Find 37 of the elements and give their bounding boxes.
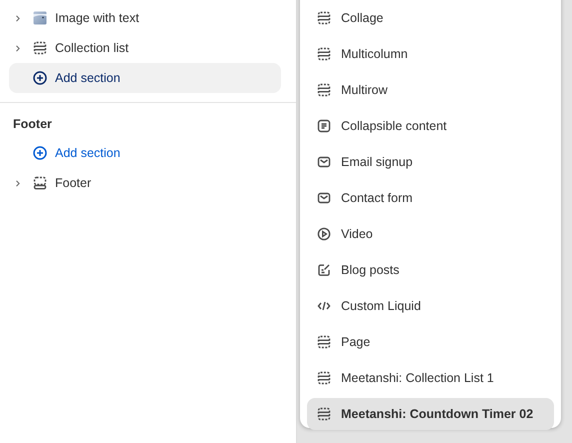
add-icon <box>33 71 47 85</box>
chevron-icon[interactable] <box>15 14 21 22</box>
add-section-button[interactable]: Add section <box>9 138 281 168</box>
group-heading: Footer <box>12 117 53 131</box>
code-icon <box>317 299 331 313</box>
section-icon <box>317 371 331 385</box>
mail-icon <box>317 191 331 205</box>
section-icon <box>317 407 331 421</box>
section-icon <box>317 335 331 349</box>
menu-item[interactable]: Email signup <box>307 144 554 180</box>
section-item[interactable]: Footer <box>55 176 92 190</box>
menu-item[interactable]: Meetanshi: Collection List 1 <box>307 360 554 396</box>
footer-icon <box>33 176 47 190</box>
section-icon <box>317 83 331 97</box>
mail-icon <box>317 155 331 169</box>
menu-item[interactable]: Collapsible content <box>307 108 554 144</box>
chevron-icon[interactable] <box>15 178 21 188</box>
document-icon <box>317 119 331 133</box>
menu-item[interactable]: Meetanshi: Countdown Timer 02 <box>307 398 554 430</box>
menu-item[interactable]: Custom Liquid <box>307 288 554 324</box>
add-section-button[interactable]: Add section <box>9 63 281 93</box>
section-item[interactable]: Image with text <box>55 11 140 25</box>
menu-item[interactable]: Collage <box>307 0 554 36</box>
menu-item[interactable]: Page <box>307 324 554 360</box>
section-item[interactable]: Collection list <box>55 41 129 55</box>
edit-icon <box>317 263 331 277</box>
chevron-icon[interactable] <box>15 44 21 52</box>
play-icon <box>317 227 331 241</box>
menu-item[interactable]: Contact form <box>307 180 554 216</box>
menu-item[interactable]: Multicolumn <box>307 36 554 72</box>
menu-item[interactable]: Multirow <box>307 72 554 108</box>
menu-item[interactable]: Blog posts <box>307 252 554 288</box>
menu-item[interactable]: Video <box>307 216 554 252</box>
section-icon <box>317 47 331 61</box>
section-icon <box>33 41 47 55</box>
section-icon <box>317 11 331 25</box>
add-icon <box>33 146 47 160</box>
